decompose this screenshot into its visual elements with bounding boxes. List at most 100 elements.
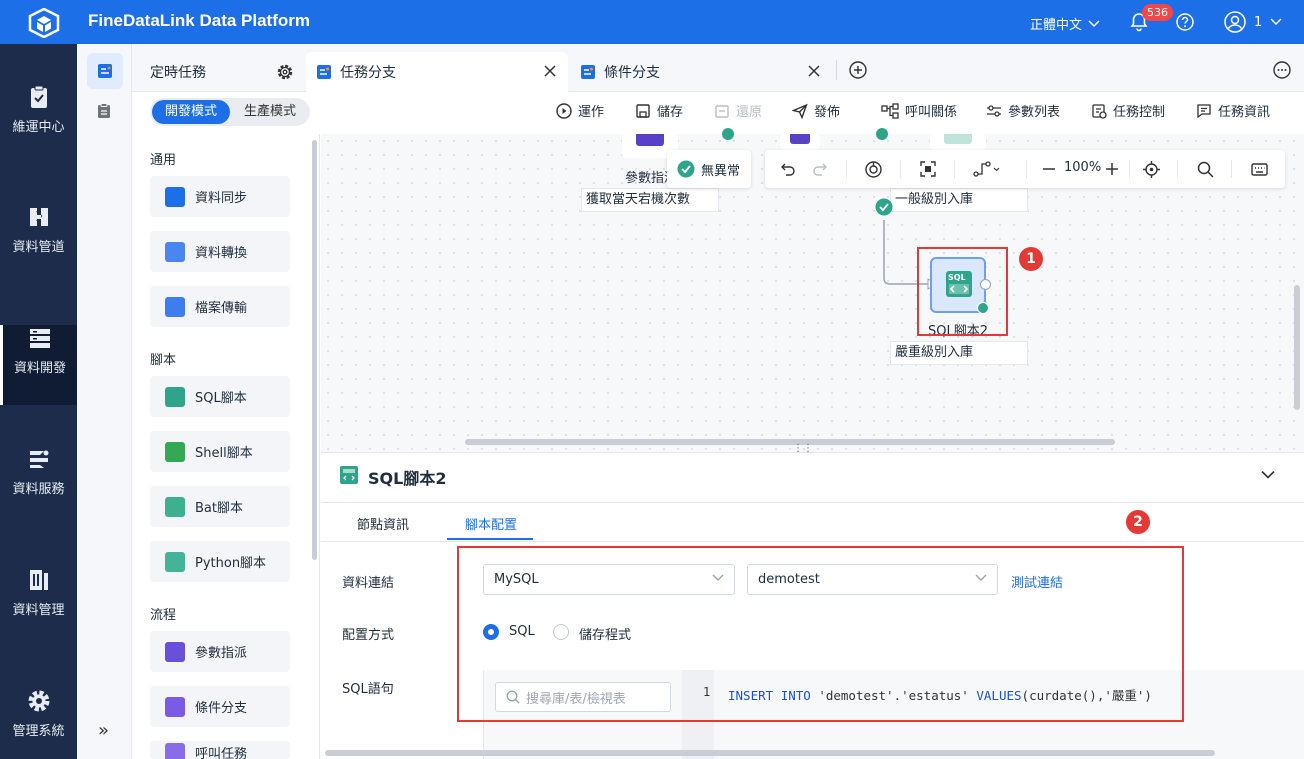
toolbar-divider	[1129, 160, 1130, 178]
undo-icon[interactable]	[780, 161, 796, 177]
tab-divider	[836, 60, 837, 80]
tab-task-branch[interactable]: 任務分支	[306, 52, 568, 92]
locate-icon[interactable]	[1143, 161, 1160, 178]
shell-script-icon	[165, 441, 185, 462]
tab-condition-branch[interactable]: 條件分支	[580, 52, 822, 92]
sql-script-icon	[165, 386, 185, 407]
param-list-button[interactable]: 參數列表	[986, 101, 1060, 120]
tab-script-config[interactable]: 腳本配置	[465, 514, 517, 533]
component-python-script[interactable]: Python腳本	[150, 541, 290, 582]
nav-item-ops-center[interactable]: 維運中心	[0, 84, 77, 164]
success-check-icon	[875, 198, 893, 216]
tab-scheduled-task[interactable]: 定時任務	[150, 52, 294, 92]
task-dev-icon[interactable]	[87, 53, 123, 89]
component-label: SQL腳本	[195, 391, 247, 406]
pipeline-icon	[26, 204, 52, 230]
run-button[interactable]: 運作	[556, 101, 604, 120]
clipboard-icon[interactable]	[95, 102, 113, 120]
close-tab-icon[interactable]	[808, 65, 820, 77]
settings-gear-icon[interactable]	[276, 63, 294, 81]
call-relation-button[interactable]: 呼叫關係	[881, 101, 957, 120]
redo-icon[interactable]	[812, 161, 828, 177]
help-icon[interactable]	[1176, 13, 1194, 31]
component-bat-script[interactable]: Bat腳本	[150, 486, 290, 527]
left-nav: 維運中心 資料管道 資料開發 資料服務 資料管理 管理系統	[0, 44, 77, 759]
component-file-transfer[interactable]: 檔案傳輸	[150, 286, 290, 327]
play-icon	[556, 102, 572, 119]
dev-mode-button[interactable]: 開發模式	[152, 100, 230, 124]
data-transform-icon	[165, 241, 185, 262]
keyboard-icon[interactable]	[1251, 162, 1268, 177]
component-param-assign[interactable]: 參數指派	[150, 631, 290, 672]
condition-branch-icon	[580, 64, 596, 80]
section-title: 腳本	[150, 353, 177, 368]
more-options-icon[interactable]	[1273, 61, 1291, 79]
secondary-sidebar	[77, 44, 132, 759]
component-label: 條件分支	[195, 701, 248, 716]
task-control-label: 任務控制	[1113, 105, 1166, 120]
component-label: Shell腳本	[195, 446, 253, 461]
save-button[interactable]: 儲存	[635, 101, 683, 120]
bottom-scrollbar[interactable]	[325, 750, 1215, 756]
layout-icon[interactable]	[865, 161, 882, 178]
search-icon[interactable]	[1197, 161, 1214, 178]
toolbar-divider	[1177, 160, 1178, 178]
python-script-icon	[165, 551, 185, 572]
zoom-in-icon[interactable]	[1105, 161, 1119, 177]
nav-item-label: 資料服務	[12, 482, 65, 497]
panel-scrollbar[interactable]	[312, 140, 317, 560]
nav-item-admin-system[interactable]: 管理系統	[0, 688, 77, 759]
component-data-sync[interactable]: 資料同步	[150, 176, 290, 217]
publish-button[interactable]: 發佈	[792, 101, 840, 120]
highlight-box	[917, 247, 1008, 336]
save-icon	[636, 103, 650, 118]
avatar-icon	[1224, 11, 1246, 33]
language-selector[interactable]: 正體中文	[1030, 14, 1100, 33]
param-node-description[interactable]: 獲取當天宕機次數	[581, 188, 719, 212]
close-tab-icon[interactable]	[544, 65, 556, 77]
restore-button[interactable]: 還原	[714, 101, 762, 120]
component-shell-script[interactable]: Shell腳本	[150, 431, 290, 472]
server-stack-icon	[27, 325, 53, 351]
bat-script-icon	[165, 496, 185, 517]
config-method-label: 配置方式	[342, 628, 395, 643]
data-sync-icon	[165, 186, 185, 207]
fit-view-icon[interactable]	[920, 161, 936, 177]
task-control-button[interactable]: 任務控制	[1091, 101, 1165, 120]
task-info-label: 任務資訊	[1218, 105, 1271, 120]
nav-item-label: 資料管理	[12, 603, 65, 618]
general-sql-node[interactable]	[930, 134, 986, 150]
component-condition-branch[interactable]: 條件分支	[150, 686, 290, 727]
marker-badge: 2	[1126, 510, 1150, 534]
expand-sidebar-icon[interactable]: »	[98, 720, 109, 741]
toolbar-divider	[954, 160, 955, 178]
language-label: 正體中文	[1030, 18, 1083, 33]
toolbar-divider	[1231, 160, 1232, 178]
condition-branch-icon	[165, 696, 185, 717]
app-logo-icon[interactable]	[28, 8, 60, 38]
branch-node[interactable]	[780, 134, 820, 150]
nav-item-data-development[interactable]: 資料開發	[0, 325, 77, 405]
nav-item-data-management[interactable]: 資料管理	[0, 567, 77, 647]
user-menu[interactable]: 1	[1224, 11, 1282, 33]
tab-node-info[interactable]: 節點資訊	[357, 514, 409, 533]
status-indicator[interactable]: 無異常	[667, 150, 751, 188]
prod-mode-button[interactable]: 生產模式	[232, 100, 308, 124]
tab-label: 任務分支	[340, 65, 396, 81]
success-dot-icon	[722, 128, 734, 140]
zoom-out-icon[interactable]	[1042, 161, 1056, 177]
sql-node-description[interactable]: 嚴重級別入庫	[890, 341, 1028, 365]
canvas-horizontal-scrollbar[interactable]	[465, 439, 1115, 445]
gear-icon	[26, 688, 52, 714]
collapse-chevron-icon[interactable]	[1261, 470, 1275, 479]
nav-item-data-pipeline[interactable]: 資料管道	[0, 204, 77, 284]
component-data-transform[interactable]: 資料轉換	[150, 231, 290, 272]
connector-style-icon[interactable]	[973, 161, 1001, 177]
component-sql-script[interactable]: SQL腳本	[150, 376, 290, 417]
task-info-button[interactable]: 任務資訊	[1196, 101, 1270, 120]
nav-item-data-service[interactable]: 資料服務	[0, 446, 77, 526]
component-call-task[interactable]: 呼叫任務	[150, 741, 290, 759]
add-tab-icon[interactable]	[849, 61, 867, 79]
component-label: Python腳本	[195, 556, 267, 571]
canvas-vertical-scrollbar[interactable]	[1294, 285, 1300, 410]
